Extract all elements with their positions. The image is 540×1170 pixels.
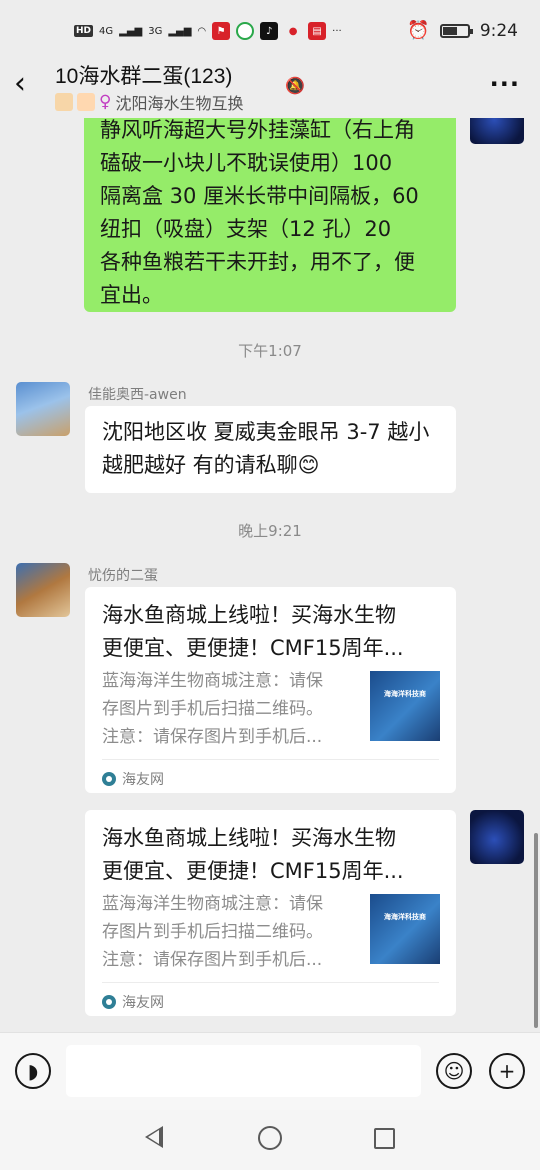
emoji-icon — [55, 93, 73, 111]
nav-home-icon[interactable] — [258, 1126, 282, 1150]
card-title: 海水鱼商城上线啦！买海水生物 更便宜、更便捷！CMF15周年... — [102, 599, 440, 665]
card-description: 蓝海海洋生物商城注意：请保 存图片到手机后扫描二维码。 注意：请保存图片到手机后… — [102, 890, 360, 974]
card-thumbnail: 海海洋科技商 — [370, 894, 440, 964]
chat-header: ‹ 10海水群二蛋(123) ♀ 沈阳海水生物互换 🔕 ··· — [0, 56, 540, 118]
avatar-self[interactable] — [470, 810, 524, 864]
avatar-user[interactable] — [16, 563, 70, 617]
chat-subtitle: ♀ 沈阳海水生物互换 — [55, 90, 243, 114]
nav-back-icon[interactable] — [145, 1126, 163, 1148]
back-icon[interactable]: ‹ — [14, 69, 42, 99]
message-line: 沈阳地区收 夏威夷金眼吊 3-7 越小 — [102, 420, 430, 444]
card-desc-line: 存图片到手机后扫描二维码。 — [102, 922, 323, 942]
wifi-icon: ◠ — [197, 25, 207, 37]
app-notification-icon: ⚑ — [212, 22, 231, 40]
battery-icon — [439, 23, 473, 38]
timestamp: 下午1:07 — [238, 342, 302, 360]
hd-badge: HD — [74, 25, 94, 37]
card-source: 海友网 — [102, 769, 164, 789]
app-notification-icon — [236, 22, 255, 40]
nav-recent-icon[interactable] — [374, 1128, 395, 1149]
message-line: 隔离盒 30 厘米长带中间隔板，60 — [100, 184, 419, 208]
card-source-name: 海友网 — [122, 772, 164, 788]
thumbnail-text: 海海洋科技商 — [384, 913, 426, 921]
avatar-self[interactable] — [470, 118, 524, 144]
signal-icon: ▂▄▆ — [119, 25, 143, 37]
net-3g-label: 3G — [148, 25, 163, 37]
card-thumbnail: 海海洋科技商 — [370, 671, 440, 741]
app-notification-icon: ▤ — [308, 22, 327, 40]
message-bubble[interactable]: 沈阳地区收 夏威夷金眼吊 3-7 越小 越肥越好 有的请私聊😊 — [85, 406, 456, 493]
location-icon: ● — [288, 25, 298, 37]
card-title-line: 海水鱼商城上线啦！买海水生物 — [102, 603, 396, 627]
card-divider — [102, 982, 439, 983]
message-line: 宜出。 — [100, 283, 163, 307]
voice-icon[interactable]: ◗ — [15, 1053, 51, 1089]
message-bubble-self[interactable]: 静风听海超大号外挂藻缸（右上角 磕破一小块儿不耽误使用）100 隔离盒 30 厘… — [84, 118, 456, 312]
emoji-icon — [77, 93, 95, 111]
tiktok-icon: ♪ — [260, 22, 279, 40]
bell-muted-icon: 🔕 — [285, 76, 305, 95]
timestamp: 晚上9:21 — [238, 522, 302, 540]
source-logo-icon — [102, 772, 116, 786]
card-source-name: 海友网 — [122, 995, 164, 1011]
sender-name: 忧伤的二蛋 — [88, 568, 158, 584]
sender-name: 佳能奥西-awen — [88, 387, 187, 403]
card-desc-line: 蓝海海洋生物商城注意：请保 — [102, 671, 323, 691]
message-line: 磕破一小块儿不耽误使用）100 — [100, 151, 393, 175]
avatar-user[interactable] — [16, 382, 70, 436]
system-nav-bar — [0, 1110, 540, 1170]
card-desc-line: 注意：请保存图片到手机后... — [102, 950, 323, 970]
signal-icon: ▂▄▆ — [168, 25, 192, 37]
link-card[interactable]: 海水鱼商城上线啦！买海水生物 更便宜、更便捷！CMF15周年... 蓝海海洋生物… — [85, 587, 456, 793]
card-desc-line: 注意：请保存图片到手机后... — [102, 727, 323, 747]
plus-icon[interactable]: + — [489, 1053, 525, 1089]
card-description: 蓝海海洋生物商城注意：请保 存图片到手机后扫描二维码。 注意：请保存图片到手机后… — [102, 667, 360, 751]
message-input[interactable] — [66, 1045, 421, 1097]
thumbnail-text: 海海洋科技商 — [384, 690, 426, 698]
chat-title: 10海水群二蛋(123) — [55, 65, 233, 88]
more-icon[interactable]: ··· — [490, 70, 520, 98]
emoji-icon[interactable]: ☺ — [436, 1053, 472, 1089]
source-logo-icon — [102, 995, 116, 1009]
status-right: ⏰ 9:24 — [407, 20, 518, 41]
chat-area[interactable]: 静风听海超大号外挂藻缸（右上角 磕破一小块儿不耽误使用）100 隔离盒 30 厘… — [0, 118, 540, 1032]
card-desc-line: 存图片到手机后扫描二维码。 — [102, 699, 323, 719]
more-notifications-icon: ··· — [332, 25, 342, 37]
message-line: 各种鱼粮若干未开封，用不了，便 — [100, 250, 415, 274]
card-title-line: 更便宜、更便捷！CMF15周年... — [102, 859, 404, 883]
net-4g-label: 4G — [99, 25, 114, 37]
card-desc-line: 蓝海海洋生物商城注意：请保 — [102, 894, 323, 914]
card-title: 海水鱼商城上线啦！买海水生物 更便宜、更便捷！CMF15周年... — [102, 822, 440, 888]
alarm-icon: ⏰ — [407, 20, 430, 41]
card-title-line: 更便宜、更便捷！CMF15周年... — [102, 636, 404, 660]
input-bar: ◗ ☺ + — [0, 1032, 540, 1110]
card-divider — [102, 759, 439, 760]
female-sign-icon: ♀ — [99, 92, 112, 112]
scrollbar[interactable] — [534, 833, 538, 1028]
message-line: 静风听海超大号外挂藻缸（右上角 — [100, 118, 415, 142]
status-icons: HD 4G ▂▄▆ 3G ▂▄▆ ◠ ⚑ ♪ ● ▤ ··· — [74, 22, 342, 40]
message-line: 纽扣（吸盘）支架（12 孔）20 — [100, 217, 392, 241]
link-card[interactable]: 海水鱼商城上线啦！买海水生物 更便宜、更便捷！CMF15周年... 蓝海海洋生物… — [85, 810, 456, 1016]
card-source: 海友网 — [102, 992, 164, 1012]
group-subtitle-text: 沈阳海水生物互换 — [115, 94, 244, 113]
message-line: 越肥越好 有的请私聊😊 — [102, 453, 320, 477]
card-title-line: 海水鱼商城上线啦！买海水生物 — [102, 826, 396, 850]
clock: 9:24 — [479, 20, 518, 41]
